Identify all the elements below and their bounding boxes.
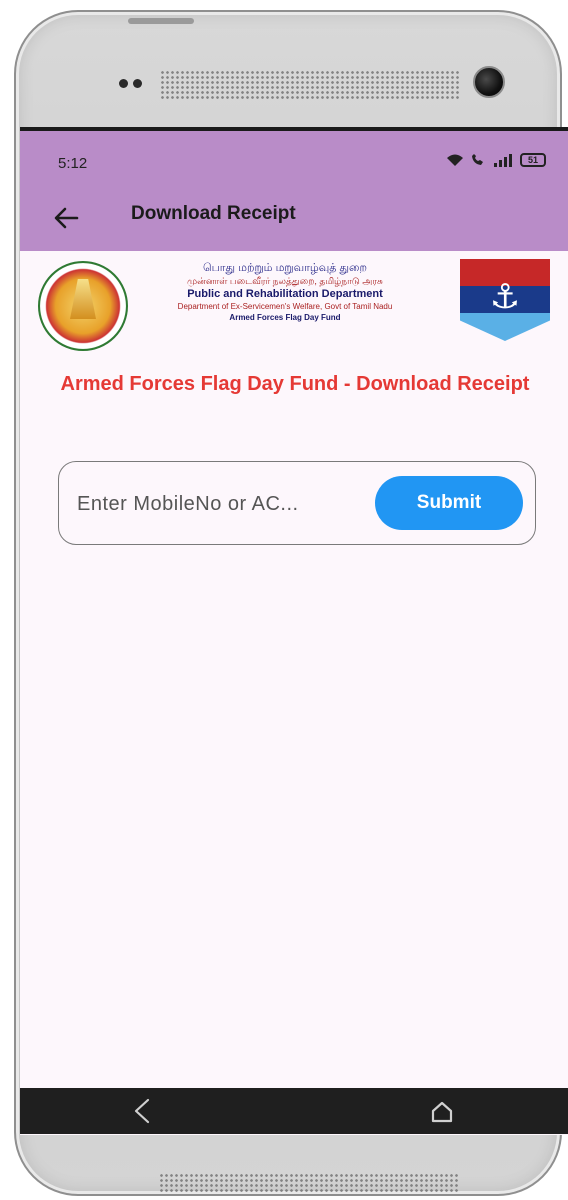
front-camera bbox=[473, 66, 505, 98]
banner-department: Public and Rehabilitation Department bbox=[187, 288, 383, 300]
wifi-icon bbox=[447, 154, 463, 166]
bottom-speaker-grille bbox=[159, 1173, 459, 1193]
status-icons: 51 bbox=[446, 153, 546, 167]
call-icon bbox=[472, 154, 483, 165]
banner-sub-department: Department of Ex-Servicemen's Welfare, G… bbox=[177, 302, 393, 311]
tamil-nadu-emblem bbox=[38, 261, 128, 351]
nav-back-icon[interactable] bbox=[128, 1096, 156, 1126]
mobile-or-account-input[interactable] bbox=[77, 486, 352, 522]
department-banner: பொது மற்றும் மறுவாழ்வுத் துறை முன்னாள் ப… bbox=[20, 251, 568, 351]
sensor-dots bbox=[119, 79, 142, 88]
status-bar: 5:12 51 bbox=[20, 131, 568, 191]
banner-tamil-subtitle: முன்னாள் படைவீரர் நலத்துறை, தமிழ்நாடு அர… bbox=[187, 276, 383, 286]
armed-forces-emblem: ⚓ bbox=[460, 259, 550, 341]
banner-fund-name: Armed Forces Flag Day Fund bbox=[229, 313, 341, 322]
anchor-icon: ⚓ bbox=[489, 278, 521, 316]
power-button bbox=[128, 18, 194, 24]
page-heading: Armed Forces Flag Day Fund - Download Re… bbox=[60, 373, 530, 395]
top-speaker-grille bbox=[160, 70, 460, 100]
search-form: Submit bbox=[58, 461, 536, 545]
navigation-bar bbox=[20, 1088, 568, 1134]
signal-icon bbox=[494, 154, 512, 167]
banner-tamil-title: பொது மற்றும் மறுவாழ்வுத் துறை bbox=[203, 262, 367, 274]
arrow-left-icon[interactable] bbox=[51, 203, 81, 233]
page-title: Download Receipt bbox=[131, 203, 296, 224]
banner-text: பொது மற்றும் மறுவாழ்வுத் துறை முன்னாள் ப… bbox=[130, 261, 440, 323]
gopuram-shape bbox=[70, 279, 96, 319]
battery-icon: 51 bbox=[520, 153, 546, 167]
phone-screen: 5:12 51 Download Receipt பொது மற்றும் மற… bbox=[20, 127, 568, 1135]
submit-button[interactable]: Submit bbox=[375, 476, 523, 530]
status-time: 5:12 bbox=[58, 155, 88, 172]
nav-home-icon[interactable] bbox=[428, 1098, 456, 1126]
